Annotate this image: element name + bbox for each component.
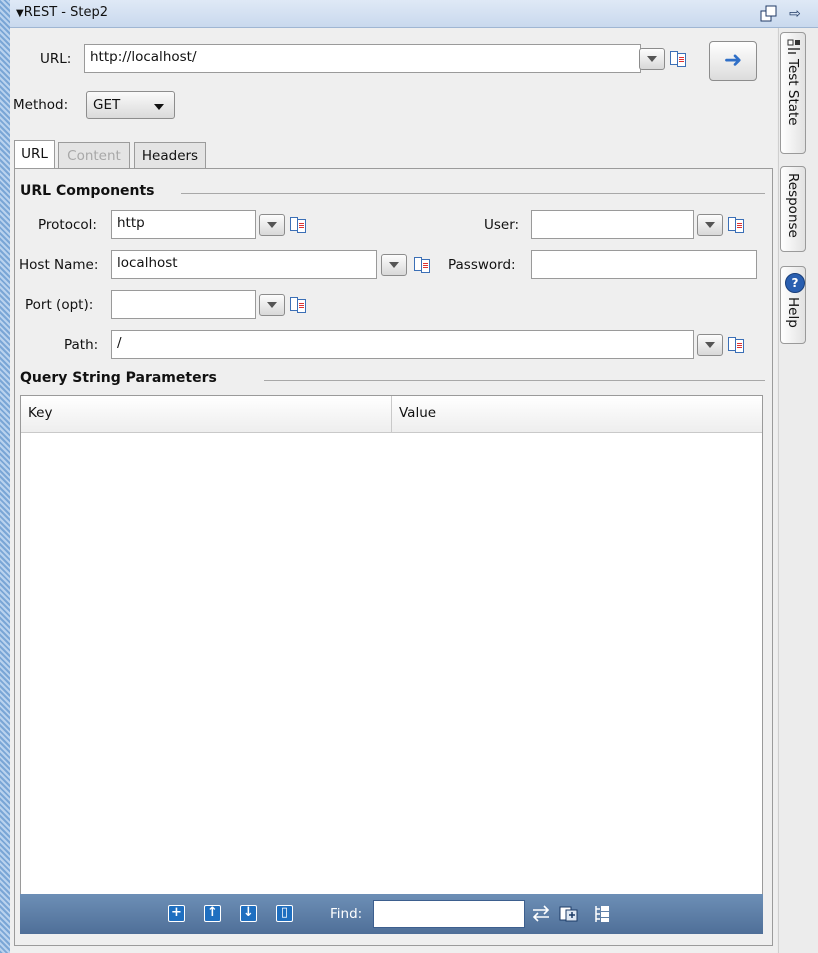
port-parameterize-icon[interactable] (290, 296, 306, 313)
side-tab-response[interactable]: Response (780, 166, 806, 252)
right-side-panel: Test State Response ? Help (778, 28, 818, 953)
float-window-icon[interactable] (760, 5, 778, 23)
user-input[interactable] (531, 210, 694, 239)
pin-arrow-icon[interactable]: ⇨ (786, 5, 804, 23)
plus-icon: + (171, 905, 182, 920)
tab-content: Content (58, 142, 130, 168)
window-title[interactable]: ▼REST - Step2 (16, 5, 108, 20)
url-label: URL: (40, 51, 72, 67)
url-parameterize-icon[interactable] (670, 50, 686, 67)
find-input[interactable] (373, 900, 525, 928)
side-tab-help[interactable]: ? Help (780, 266, 806, 344)
trash-icon: ▯ (280, 905, 289, 920)
side-tab-test-state[interactable]: Test State (780, 32, 806, 154)
main-panel: URL: http://localhost/ ➜ Method: GET URL… (10, 28, 777, 953)
tab-panel-url: URL Components Protocol: http User: Host… (14, 168, 773, 946)
test-state-icon (787, 39, 801, 55)
protocol-label: Protocol: (38, 217, 97, 233)
delete-row-button[interactable]: ▯ (276, 905, 293, 922)
url-input[interactable]: http://localhost/ (84, 44, 641, 73)
path-input[interactable]: / (111, 330, 694, 359)
protocol-dropdown-button[interactable] (259, 214, 285, 236)
url-dropdown-button[interactable] (639, 48, 665, 70)
column-header-value[interactable]: Value (399, 405, 436, 421)
arrow-up-icon: ↑ (207, 905, 218, 920)
query-params-heading: Query String Parameters (20, 370, 217, 386)
find-options-icon[interactable] (559, 904, 579, 924)
find-label: Find: (330, 906, 363, 922)
user-label: User: (484, 217, 520, 233)
password-input[interactable] (531, 250, 757, 279)
protocol-parameterize-icon[interactable] (290, 216, 306, 233)
host-name-dropdown-button[interactable] (381, 254, 407, 276)
side-tab-test-state-label: Test State (785, 59, 801, 126)
help-icon: ? (785, 273, 805, 293)
path-parameterize-icon[interactable] (728, 336, 744, 353)
method-select[interactable]: GET (86, 91, 175, 119)
go-arrow-icon: ➜ (723, 48, 743, 73)
section-divider (181, 193, 765, 194)
section-divider (264, 380, 765, 381)
password-label: Password: (448, 257, 516, 273)
add-row-button[interactable]: + (168, 905, 185, 922)
window-title-text: REST - Step2 (23, 5, 108, 20)
swap-arrows-icon[interactable] (531, 903, 551, 923)
arrow-down-icon: ↓ (243, 905, 254, 920)
go-button[interactable]: ➜ (709, 41, 757, 81)
method-label: Method: (13, 97, 69, 113)
collapse-triangle-icon[interactable]: ▼ (16, 8, 24, 19)
port-label: Port (opt): (25, 297, 94, 313)
side-tab-help-label: Help (785, 297, 801, 328)
port-input[interactable] (111, 290, 256, 319)
path-dropdown-button[interactable] (697, 334, 723, 356)
tab-headers[interactable]: Headers (134, 142, 206, 168)
host-name-parameterize-icon[interactable] (414, 256, 430, 273)
tab-url[interactable]: URL (14, 140, 55, 168)
chevron-down-icon (154, 104, 164, 110)
move-down-button[interactable]: ↓ (240, 905, 257, 922)
tree-list-icon[interactable] (592, 904, 612, 924)
port-dropdown-button[interactable] (259, 294, 285, 316)
title-bar: ▼REST - Step2 ⇨ (10, 0, 818, 28)
column-separator[interactable] (391, 396, 392, 432)
path-label: Path: (64, 337, 99, 353)
table-toolbar: + ↑ ↓ ▯ Find: (20, 894, 763, 934)
table-header: Key Value (21, 396, 762, 433)
host-name-label: Host Name: (19, 257, 99, 273)
side-tab-response-label: Response (785, 173, 801, 238)
move-up-button[interactable]: ↑ (204, 905, 221, 922)
column-header-key[interactable]: Key (28, 405, 52, 421)
host-name-input[interactable]: localhost (111, 250, 377, 279)
protocol-input[interactable]: http (111, 210, 256, 239)
method-value: GET (93, 97, 121, 113)
user-parameterize-icon[interactable] (728, 216, 744, 233)
query-params-table[interactable]: Key Value (20, 395, 763, 897)
user-dropdown-button[interactable] (697, 214, 723, 236)
url-components-heading: URL Components (20, 183, 155, 199)
